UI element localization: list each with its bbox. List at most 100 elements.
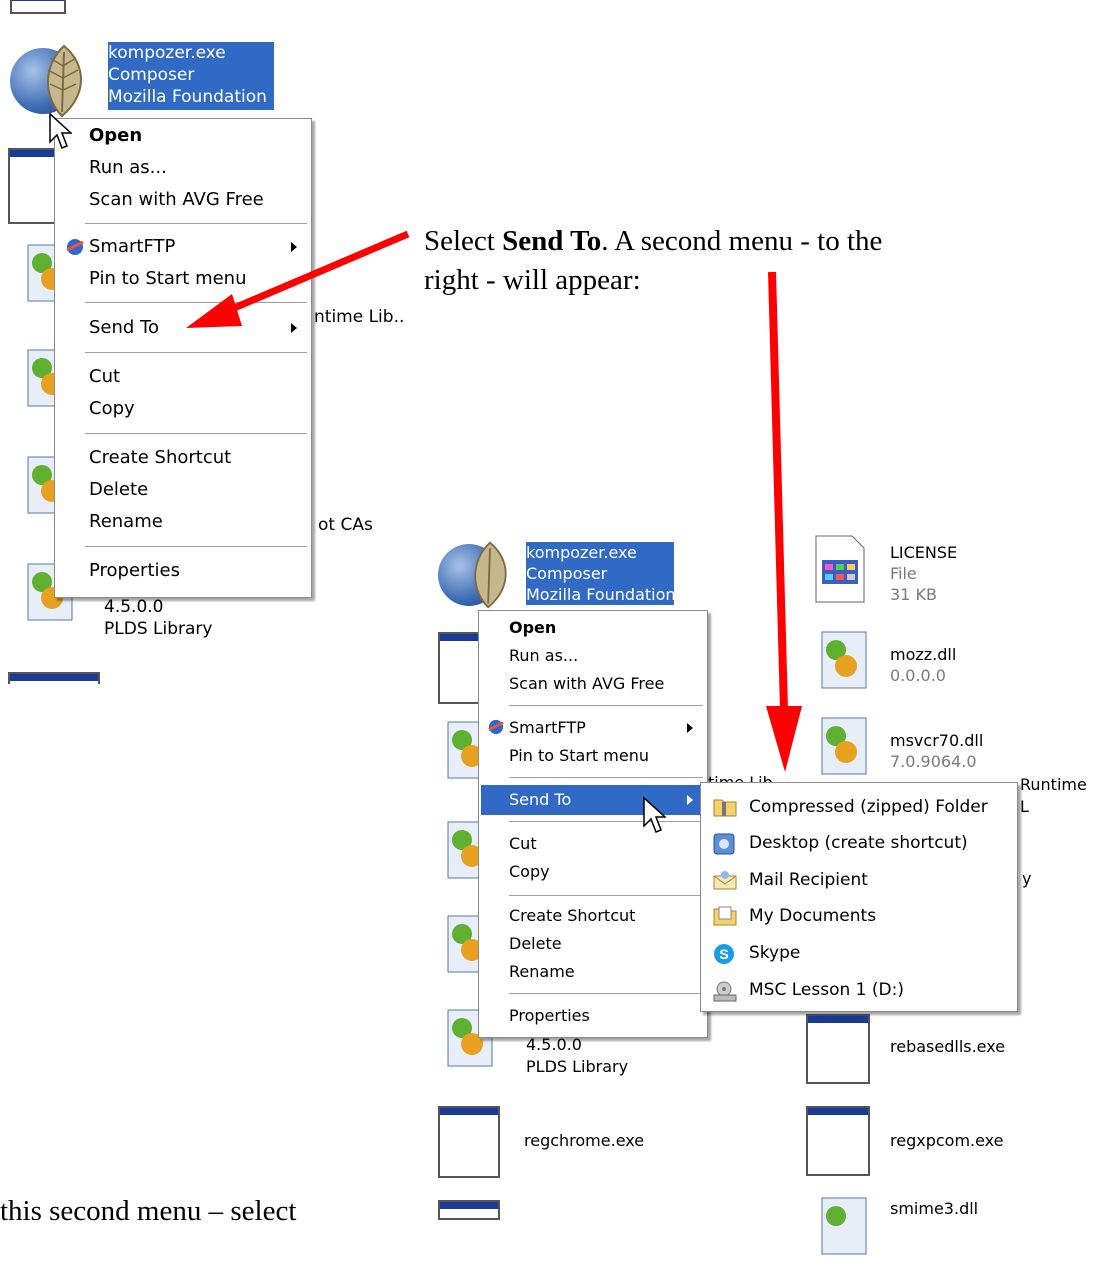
svg-text:S: S xyxy=(719,946,728,962)
menu-label: MSC Lesson 1 (D:) xyxy=(749,980,904,1000)
file-description: Composer xyxy=(108,65,195,85)
plds-info: 4.5.0.0 PLDS Library xyxy=(526,1034,628,1078)
partial-window-icon xyxy=(8,672,100,684)
license-label[interactable]: LICENSE File 31 KB xyxy=(890,542,957,605)
file-name: mozz.dll xyxy=(890,645,957,664)
menu-separator xyxy=(509,821,703,822)
menu-cut[interactable]: Cut xyxy=(481,829,705,859)
library: PLDS Library xyxy=(104,619,213,639)
kompozer-label[interactable]: kompozer.exe Composer Mozilla Foundation xyxy=(526,542,676,605)
menu-separator xyxy=(85,352,307,353)
license-file-icon[interactable] xyxy=(812,534,868,604)
menu-create-shortcut[interactable]: Create Shortcut xyxy=(481,901,705,931)
menu-create-shortcut[interactable]: Create Shortcut xyxy=(57,443,309,473)
sendto-desktop-shortcut[interactable]: Desktop (create shortcut) xyxy=(703,825,1015,861)
window-icon[interactable] xyxy=(806,1014,870,1084)
menu-label: Send To xyxy=(89,317,160,338)
sendto-mail-recipient[interactable]: Mail Recipient xyxy=(703,862,1015,898)
menu-label: Skype xyxy=(749,943,801,963)
file-size: 31 KB xyxy=(890,585,937,604)
sendto-my-documents[interactable]: My Documents xyxy=(703,898,1015,934)
menu-separator xyxy=(509,993,703,994)
menu-separator xyxy=(85,223,307,224)
menu-run-as[interactable]: Run as... xyxy=(57,153,309,183)
menu-delete[interactable]: Delete xyxy=(57,475,309,505)
drive-icon xyxy=(713,981,737,1002)
submenu-arrow-icon xyxy=(687,795,693,805)
regxpcom-label[interactable]: regxpcom.exe xyxy=(890,1130,1004,1152)
mouse-cursor-icon xyxy=(643,796,666,833)
window-icon[interactable] xyxy=(806,1106,870,1176)
file-version: 0.0.0.0 xyxy=(890,666,946,685)
library: PLDS Library xyxy=(526,1057,629,1076)
smartftp-icon xyxy=(488,719,504,735)
dll-icon[interactable] xyxy=(814,630,870,690)
file-name: kompozer.exe xyxy=(108,43,226,63)
skype-icon: S xyxy=(714,944,734,964)
file-name: msvcr70.dll xyxy=(890,731,984,750)
mozz-label[interactable]: mozz.dll 0.0.0.0 xyxy=(890,644,956,686)
runtime-l-fragment: Runtime L xyxy=(1020,775,1087,816)
menu-scan-avg[interactable]: Scan with AVG Free xyxy=(57,185,309,215)
instruction-note: Select Send To. A second menu - to the r… xyxy=(424,222,1084,300)
kompozer-icon[interactable] xyxy=(10,44,90,120)
menu-properties[interactable]: Properties xyxy=(481,1001,705,1031)
dll-icon[interactable] xyxy=(814,1196,870,1256)
file-description: Composer xyxy=(526,564,608,583)
menu-delete[interactable]: Delete xyxy=(481,929,705,959)
menu-label: My Documents xyxy=(749,906,877,926)
partial-window-icon xyxy=(10,0,66,14)
sendto-msc-lesson-drive[interactable]: MSC Lesson 1 (D:) xyxy=(703,972,1015,1008)
submenu-arrow-icon xyxy=(687,723,693,733)
send-to-submenu: Compressed (zipped) Folder Desktop (crea… xyxy=(700,782,1018,1012)
note-bold: Send To xyxy=(502,225,602,257)
regchrome-label[interactable]: regchrome.exe xyxy=(524,1130,644,1152)
version: 4.5.0.0 xyxy=(104,597,164,617)
dll-icon[interactable] xyxy=(814,716,870,776)
menu-label: SmartFTP xyxy=(89,236,176,257)
menu-smartftp[interactable]: SmartFTP xyxy=(481,713,705,743)
rebasedlls-label[interactable]: rebasedlls.exe xyxy=(890,1036,1005,1058)
menu-copy[interactable]: Copy xyxy=(481,857,705,887)
file-type: File xyxy=(890,564,917,583)
window-icon[interactable] xyxy=(438,1106,500,1178)
desktop-icon xyxy=(713,833,735,855)
menu-copy[interactable]: Copy xyxy=(57,394,309,424)
menu-send-to[interactable]: Send To xyxy=(481,785,705,815)
note-text: Select xyxy=(424,225,503,257)
file-version: 7.0.9064.0 xyxy=(890,752,977,771)
kompozer-icon[interactable] xyxy=(438,540,522,612)
menu-cut[interactable]: Cut xyxy=(57,362,309,392)
sendto-skype[interactable]: S Skype xyxy=(703,935,1015,971)
menu-pin-start[interactable]: Pin to Start menu xyxy=(481,741,705,771)
menu-label: Mail Recipient xyxy=(749,870,868,890)
menu-separator xyxy=(509,895,703,896)
mail-icon xyxy=(713,871,737,890)
note-text: . A second menu - to the xyxy=(601,225,883,257)
menu-run-as[interactable]: Run as... xyxy=(481,641,705,671)
sendto-compressed-folder[interactable]: Compressed (zipped) Folder xyxy=(703,789,1015,825)
smartftp-icon xyxy=(66,239,84,255)
menu-separator xyxy=(85,546,307,547)
red-arrow-down xyxy=(766,271,802,772)
red-arrow-left xyxy=(186,230,410,328)
my-documents-icon xyxy=(713,906,737,926)
msvcr70-label[interactable]: msvcr70.dll 7.0.9064.0 xyxy=(890,730,983,772)
file-name: LICENSE xyxy=(890,543,958,562)
menu-separator xyxy=(509,705,703,706)
menu-label: Compressed (zipped) Folder xyxy=(749,797,988,817)
menu-separator xyxy=(509,777,703,778)
menu-open[interactable]: Open xyxy=(57,121,309,151)
menu-open[interactable]: Open xyxy=(481,613,705,643)
note-text: right - will appear: xyxy=(424,264,641,296)
ca-fragment: ot CAs xyxy=(318,515,373,535)
menu-properties[interactable]: Properties xyxy=(57,556,309,586)
file-name: kompozer.exe xyxy=(526,543,637,562)
menu-scan-avg[interactable]: Scan with AVG Free xyxy=(481,669,705,699)
menu-rename[interactable]: Rename xyxy=(481,957,705,987)
kompozer-label[interactable]: kompozer.exe Composer Mozilla Foundation xyxy=(108,42,274,110)
mouse-cursor-icon xyxy=(49,112,72,149)
menu-label: Send To xyxy=(509,790,572,809)
plds-info: 4.5.0.0 PLDS Library xyxy=(104,596,212,640)
menu-rename[interactable]: Rename xyxy=(57,507,309,537)
